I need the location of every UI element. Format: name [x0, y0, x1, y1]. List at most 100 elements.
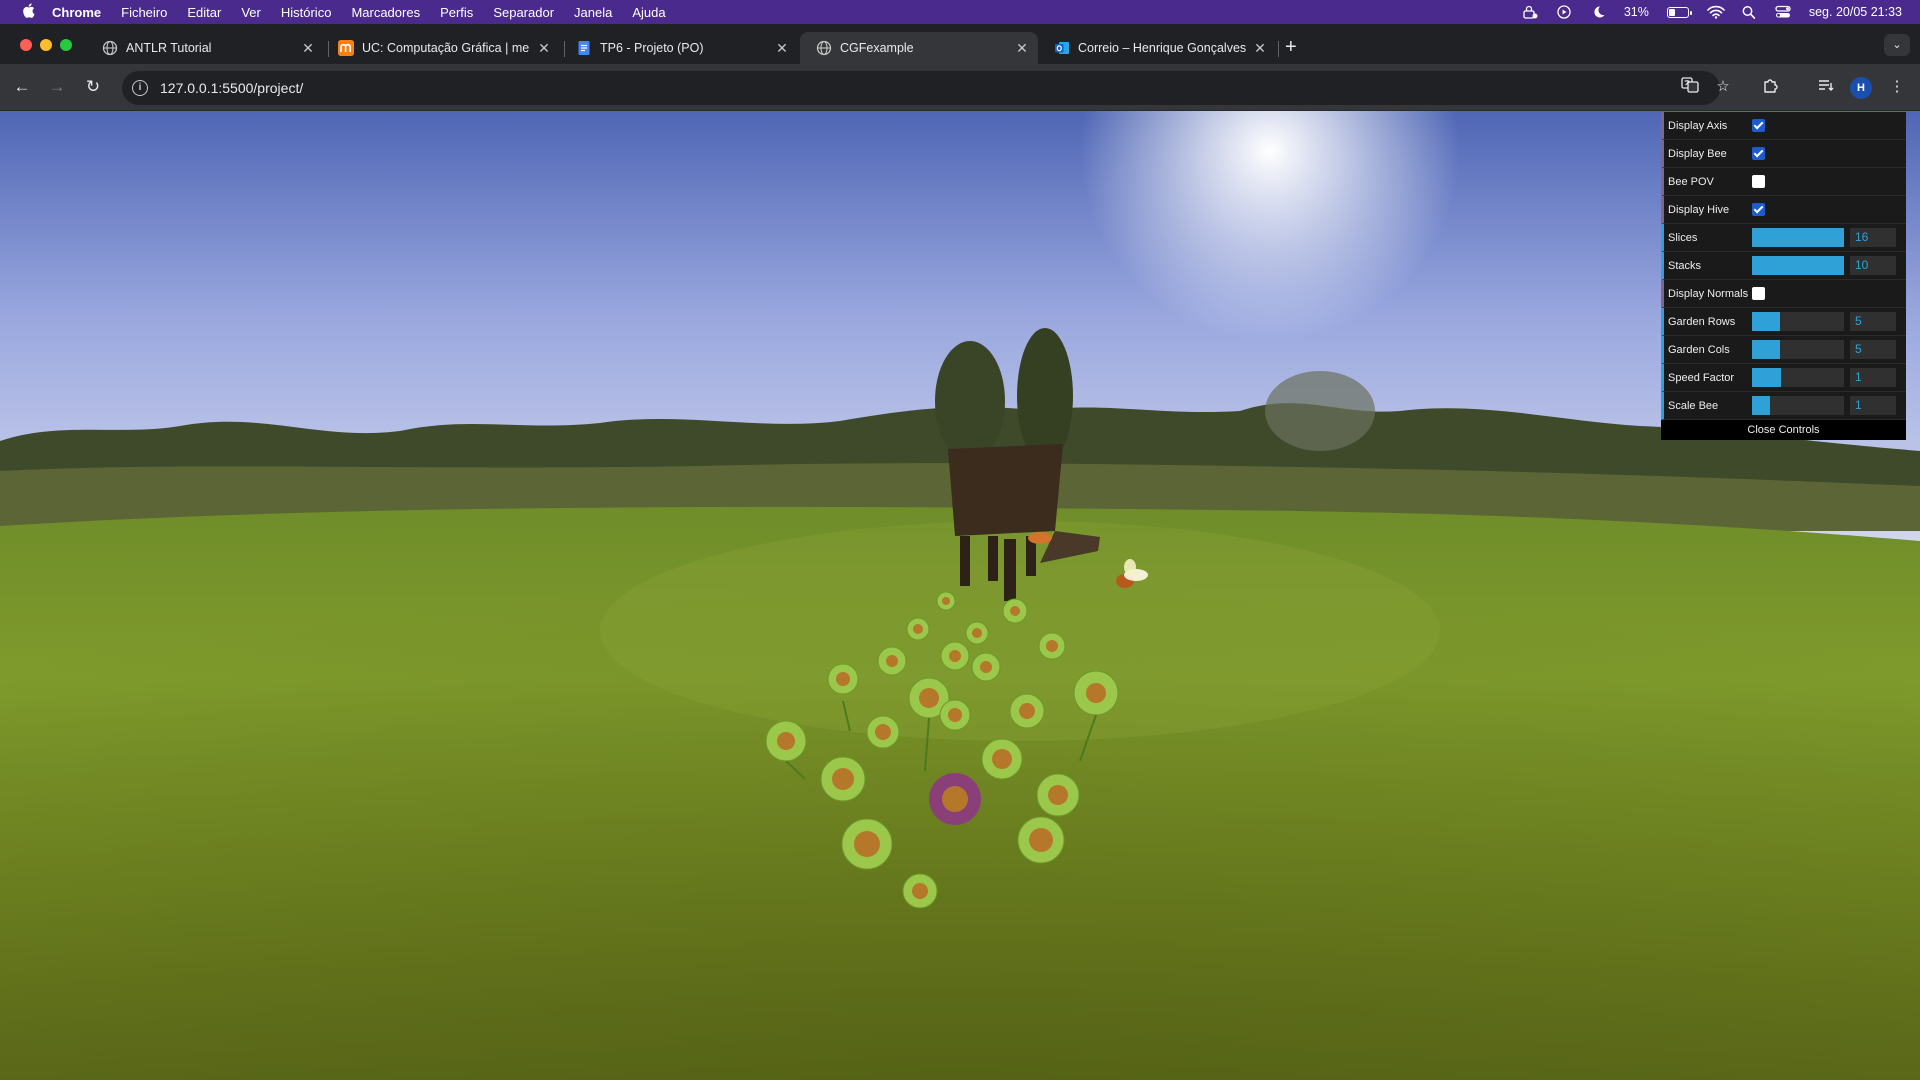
slices-slider[interactable]: [1752, 228, 1844, 247]
close-window-button[interactable]: [20, 39, 32, 51]
outlook-icon: [1054, 40, 1070, 56]
address-bar[interactable]: i 127.0.0.1:5500/project/: [122, 71, 1720, 105]
control-display-hive[interactable]: Display Hive: [1661, 196, 1906, 224]
tab-title: Correio – Henrique Gonçalves: [1078, 41, 1247, 55]
url-text[interactable]: 127.0.0.1:5500/project/: [160, 80, 303, 96]
control-label: Garden Rows: [1668, 315, 1736, 328]
close-tab-icon[interactable]: ✕: [1250, 40, 1270, 57]
display-axis-checkbox[interactable]: [1752, 119, 1765, 132]
close-tab-icon[interactable]: ✕: [298, 40, 318, 57]
control-bee-pov[interactable]: Bee POV: [1661, 168, 1906, 196]
more-menu-icon[interactable]: ⋮: [1886, 76, 1908, 98]
extensions-puzzle-icon[interactable]: [1760, 76, 1782, 98]
reading-list-icon[interactable]: [1815, 76, 1837, 98]
menu-ficheiro[interactable]: Ficheiro: [121, 5, 167, 20]
control-display-axis[interactable]: Display Axis: [1661, 112, 1906, 140]
battery-icon[interactable]: [1666, 6, 1692, 18]
display-normals-checkbox[interactable]: [1752, 287, 1765, 300]
stacks-slider[interactable]: [1752, 256, 1844, 275]
control-label: Scale Bee: [1668, 399, 1719, 412]
translate-icon[interactable]: [1679, 76, 1701, 98]
tab-antlr-tutorial[interactable]: ANTLR Tutorial ✕: [86, 32, 324, 64]
tab-cgfexample[interactable]: CGFexample ✕: [800, 32, 1038, 64]
control-slices[interactable]: Slices 16: [1661, 224, 1906, 252]
display-bee-checkbox[interactable]: [1752, 147, 1765, 160]
scale-bee-slider[interactable]: [1752, 396, 1844, 415]
zoom-window-button[interactable]: [60, 39, 72, 51]
garden-cols-input[interactable]: 5: [1850, 340, 1896, 359]
control-garden-cols[interactable]: Garden Cols 5: [1661, 336, 1906, 364]
apple-logo-icon[interactable]: [18, 2, 38, 22]
docs-icon: [576, 40, 592, 56]
play-circle-icon[interactable]: [1556, 5, 1572, 19]
speed-factor-slider[interactable]: [1752, 368, 1844, 387]
speed-factor-input[interactable]: 1: [1850, 368, 1896, 387]
control-display-bee[interactable]: Display Bee: [1661, 140, 1906, 168]
scene-render[interactable]: [0, 111, 1920, 1080]
control-label: Bee POV: [1668, 175, 1714, 188]
control-label: Slices: [1668, 231, 1698, 244]
browser-toolbar: ← → ↻ i 127.0.0.1:5500/project/ ☆ H ⋮: [0, 64, 1920, 111]
bee-pov-checkbox[interactable]: [1752, 175, 1765, 188]
minimize-window-button[interactable]: [40, 39, 52, 51]
reload-icon[interactable]: ↻: [82, 76, 104, 98]
garden-rows-slider[interactable]: [1752, 312, 1844, 331]
battery-percent[interactable]: 31%: [1624, 5, 1649, 19]
profile-avatar[interactable]: H: [1850, 77, 1872, 99]
close-tab-icon[interactable]: ✕: [1012, 40, 1032, 57]
display-hive-checkbox[interactable]: [1752, 203, 1765, 216]
tab-uc-computacao-grafica[interactable]: UC: Computação Gráfica | me ✕: [322, 32, 560, 64]
menu-chrome[interactable]: Chrome: [52, 5, 101, 20]
control-garden-rows[interactable]: Garden Rows 5: [1661, 308, 1906, 336]
globe-icon: [102, 40, 118, 56]
control-speed-factor[interactable]: Speed Factor 1: [1661, 364, 1906, 392]
slices-input[interactable]: 16: [1850, 228, 1896, 247]
forward-arrow-icon[interactable]: →: [46, 76, 68, 98]
control-scale-bee[interactable]: Scale Bee 1: [1661, 392, 1906, 420]
moodle-icon: [338, 40, 354, 56]
control-center-icon[interactable]: [1775, 5, 1791, 19]
menu-historico[interactable]: Histórico: [281, 5, 332, 20]
moon-icon[interactable]: [1590, 5, 1606, 19]
tab-search-chevron-icon[interactable]: ⌄: [1884, 34, 1910, 56]
scale-bee-input[interactable]: 1: [1850, 396, 1896, 415]
garden-cols-slider[interactable]: [1752, 340, 1844, 359]
close-tab-icon[interactable]: ✕: [534, 40, 554, 57]
control-label: Stacks: [1668, 259, 1702, 272]
macos-menubar: Chrome Ficheiro Editar Ver Histórico Mar…: [0, 0, 1920, 24]
site-info-icon[interactable]: i: [132, 80, 148, 96]
tab-title: TP6 - Projeto (PO): [600, 41, 704, 55]
control-label: Display Bee: [1668, 147, 1727, 160]
tab-correio[interactable]: Correio – Henrique Gonçalves ✕: [1038, 32, 1276, 64]
close-tab-icon[interactable]: ✕: [772, 40, 792, 57]
wifi-icon[interactable]: [1707, 5, 1725, 19]
control-display-normals[interactable]: Display Normals: [1661, 280, 1906, 308]
control-label: Display Hive: [1668, 203, 1730, 216]
menu-perfis[interactable]: Perfis: [440, 5, 473, 20]
control-stacks[interactable]: Stacks 10: [1661, 252, 1906, 280]
menu-marcadores[interactable]: Marcadores: [351, 5, 420, 20]
menu-janela[interactable]: Janela: [574, 5, 612, 20]
clock[interactable]: seg. 20/05 21:33: [1809, 5, 1902, 19]
menu-ajuda[interactable]: Ajuda: [632, 5, 665, 20]
back-arrow-icon[interactable]: ←: [11, 76, 33, 98]
new-tab-icon[interactable]: +: [1285, 36, 1297, 59]
close-controls-button[interactable]: Close Controls: [1661, 420, 1906, 440]
control-label: Speed Factor: [1668, 371, 1735, 384]
control-label: Display Axis: [1668, 119, 1728, 132]
garden-rows-input[interactable]: 5: [1850, 312, 1896, 331]
webgl-canvas[interactable]: [0, 111, 1920, 1080]
tab-tp6-projeto[interactable]: TP6 - Projeto (PO) ✕: [560, 32, 798, 64]
controls-panel: Display Axis Display Bee Bee POV Display…: [1661, 112, 1906, 440]
menu-separador[interactable]: Separador: [493, 5, 554, 20]
tab-title: CGFexample: [840, 41, 914, 55]
spotlight-search-icon[interactable]: [1741, 5, 1757, 19]
lock-person-icon[interactable]: [1522, 5, 1538, 19]
stacks-input[interactable]: 10: [1850, 256, 1896, 275]
tab-title: UC: Computação Gráfica | me: [362, 41, 530, 55]
menu-ver[interactable]: Ver: [241, 5, 261, 20]
menu-editar[interactable]: Editar: [187, 5, 221, 20]
tab-strip: ANTLR Tutorial ✕ UC: Computação Gráfica …: [0, 24, 1920, 64]
tab-title: ANTLR Tutorial: [126, 41, 212, 55]
bookmark-star-icon[interactable]: ☆: [1712, 76, 1734, 98]
